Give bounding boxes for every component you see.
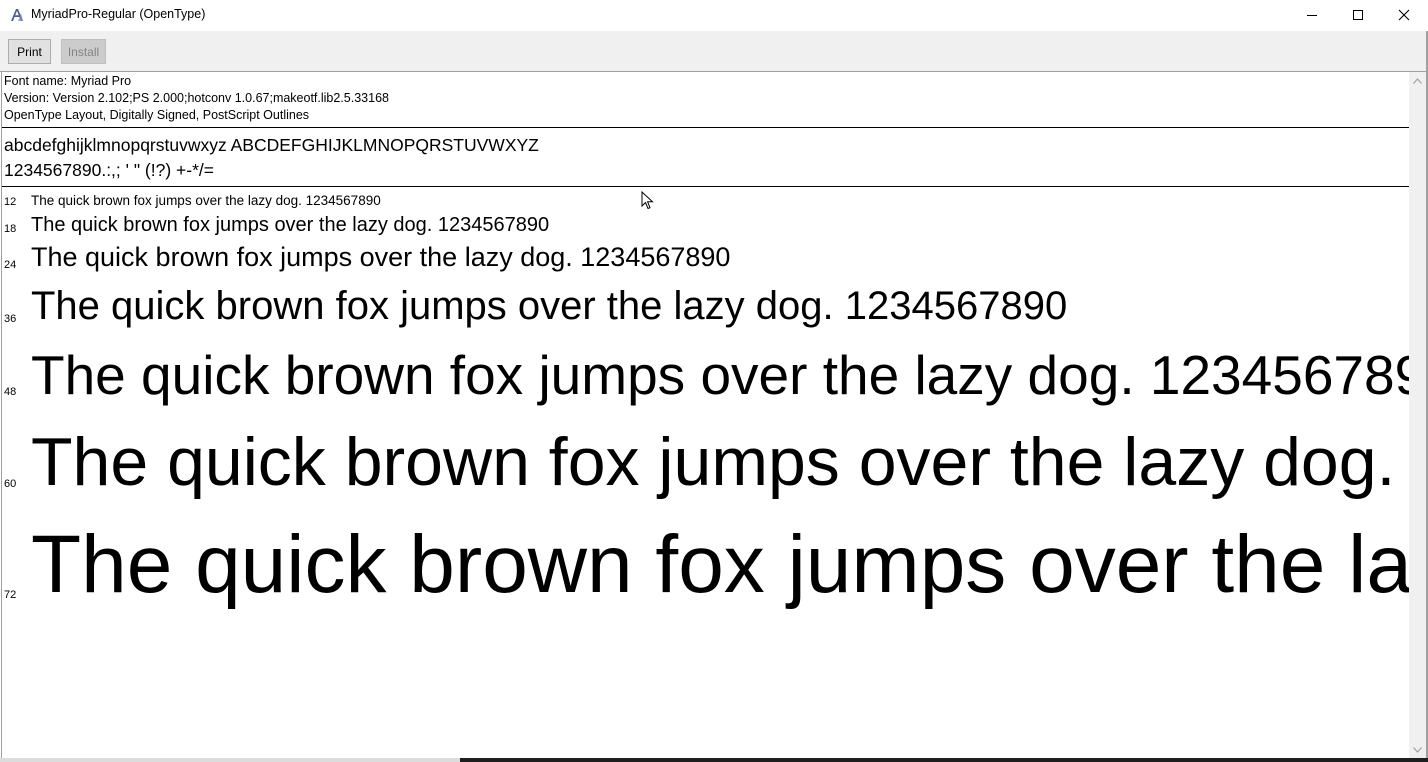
sample-size-label: 24 bbox=[4, 259, 17, 271]
sample-size-label: 18 bbox=[4, 223, 17, 235]
charset-letters: abcdefghijklmnopqrstuvwxyz ABCDEFGHIJKLM… bbox=[4, 135, 539, 155]
sample-text: The quick brown fox jumps over the lazy … bbox=[31, 519, 1410, 610]
font-viewer-window: MyriadPro-Regular (OpenType) Print Insta… bbox=[0, 0, 1428, 762]
font-viewer-icon bbox=[9, 7, 25, 23]
maximize-button[interactable] bbox=[1335, 0, 1381, 30]
sample-size-label: 72 bbox=[4, 589, 17, 601]
minimize-icon bbox=[1306, 9, 1318, 21]
sample-text: The quick brown fox jumps over the lazy … bbox=[31, 424, 1410, 500]
close-button[interactable] bbox=[1381, 0, 1427, 30]
sample-text: The quick brown fox jumps over the lazy … bbox=[31, 214, 550, 236]
minimize-button[interactable] bbox=[1289, 0, 1335, 30]
sample-text: The quick brown fox jumps over the lazy … bbox=[31, 193, 381, 208]
font-version-line: Version: Version 2.102;PS 2.000;hotconv … bbox=[4, 91, 389, 105]
font-features-line: OpenType Layout, Digitally Signed, PostS… bbox=[4, 108, 310, 122]
title-bar[interactable]: MyriadPro-Regular (OpenType) bbox=[0, 0, 1428, 31]
mouse-pointer-icon bbox=[641, 190, 655, 211]
taskbar-active-strip bbox=[460, 758, 1428, 762]
window-title: MyriadPro-Regular (OpenType) bbox=[31, 7, 206, 21]
sample-text: The quick brown fox jumps over the lazy … bbox=[31, 344, 1410, 406]
sample-text: The quick brown fox jumps over the lazy … bbox=[31, 284, 1068, 328]
print-button[interactable]: Print bbox=[8, 39, 51, 64]
scroll-down-arrow-icon[interactable] bbox=[1409, 741, 1426, 758]
maximize-icon bbox=[1352, 9, 1364, 21]
charset-digits-symbols: 1234567890.:,; ' " (!?) +-*/= bbox=[4, 160, 214, 180]
sample-size-label: 12 bbox=[4, 196, 17, 208]
scroll-up-arrow-icon[interactable] bbox=[1409, 72, 1426, 89]
sample-size-label: 60 bbox=[4, 478, 17, 490]
font-preview-pane: Font name: Myriad Pro Version: Version 2… bbox=[1, 72, 1410, 758]
sample-size-label: 48 bbox=[4, 386, 17, 398]
toolbar: Print Install bbox=[0, 31, 1428, 72]
sample-text: The quick brown fox jumps over the lazy … bbox=[31, 242, 731, 272]
font-name-line: Font name: Myriad Pro bbox=[4, 74, 132, 88]
divider-top bbox=[2, 127, 1410, 128]
install-button[interactable]: Install bbox=[61, 39, 106, 64]
sample-size-label: 36 bbox=[4, 313, 17, 325]
divider-bottom bbox=[2, 186, 1410, 187]
close-icon bbox=[1398, 9, 1410, 21]
vertical-scrollbar[interactable] bbox=[1409, 72, 1426, 758]
